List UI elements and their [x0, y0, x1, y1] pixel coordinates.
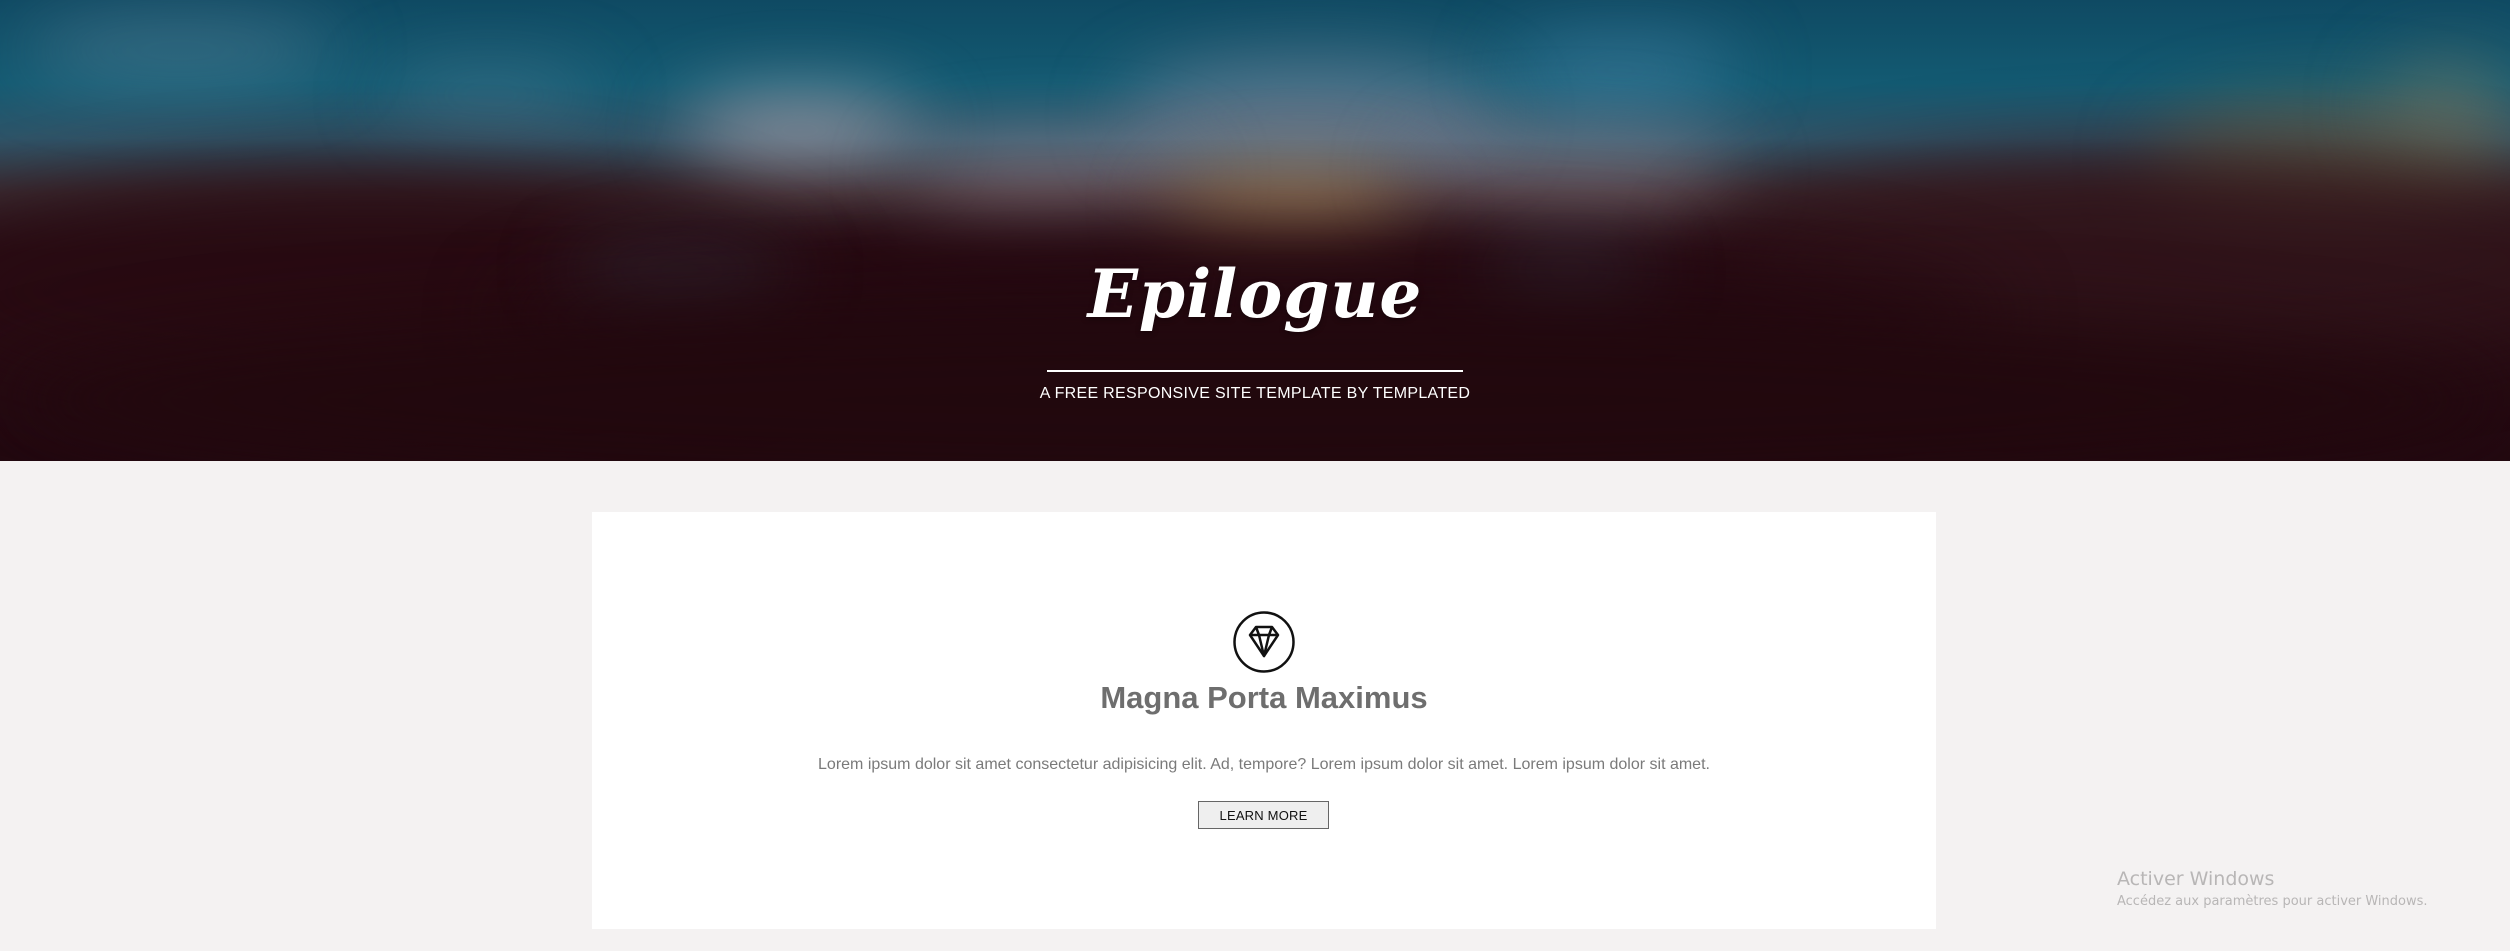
- banner-bg-cloud: [380, 70, 600, 120]
- banner-bg-cloud: [20, 20, 340, 80]
- feature-description: Lorem ipsum dolor sit amet consectetur a…: [818, 756, 1710, 773]
- watermark-subtitle: Accédez aux paramètres pour activer Wind…: [2117, 894, 2428, 909]
- hero-banner: Epilogue A FREE RESPONSIVE SITE TEMPLATE…: [0, 0, 2510, 461]
- diamond-icon: [1232, 610, 1296, 674]
- banner-bg-cloud: [900, 140, 1200, 210]
- feature-title: Magna Porta Maximus: [1100, 680, 1428, 715]
- banner-bg-cloud: [680, 95, 920, 165]
- banner-bg-cloud: [1400, 130, 1740, 210]
- page: Epilogue A FREE RESPONSIVE SITE TEMPLATE…: [0, 0, 2510, 951]
- banner-divider: [1047, 370, 1463, 372]
- banner-bg-sunlight: [1160, 175, 1420, 235]
- windows-activation-watermark: Activer Windows Accédez aux paramètres p…: [2117, 868, 2428, 909]
- watermark-title: Activer Windows: [2117, 868, 2275, 890]
- feature-card: Magna Porta Maximus Lorem ipsum dolor si…: [592, 512, 1936, 929]
- learn-more-button[interactable]: LEARN MORE: [1198, 801, 1329, 829]
- site-logo[interactable]: Epilogue: [0, 255, 2510, 333]
- banner-bg-tree: [2380, 60, 2510, 150]
- site-tagline: A FREE RESPONSIVE SITE TEMPLATE BY TEMPL…: [1039, 385, 1471, 402]
- banner-bg-cloud: [1500, 40, 1740, 100]
